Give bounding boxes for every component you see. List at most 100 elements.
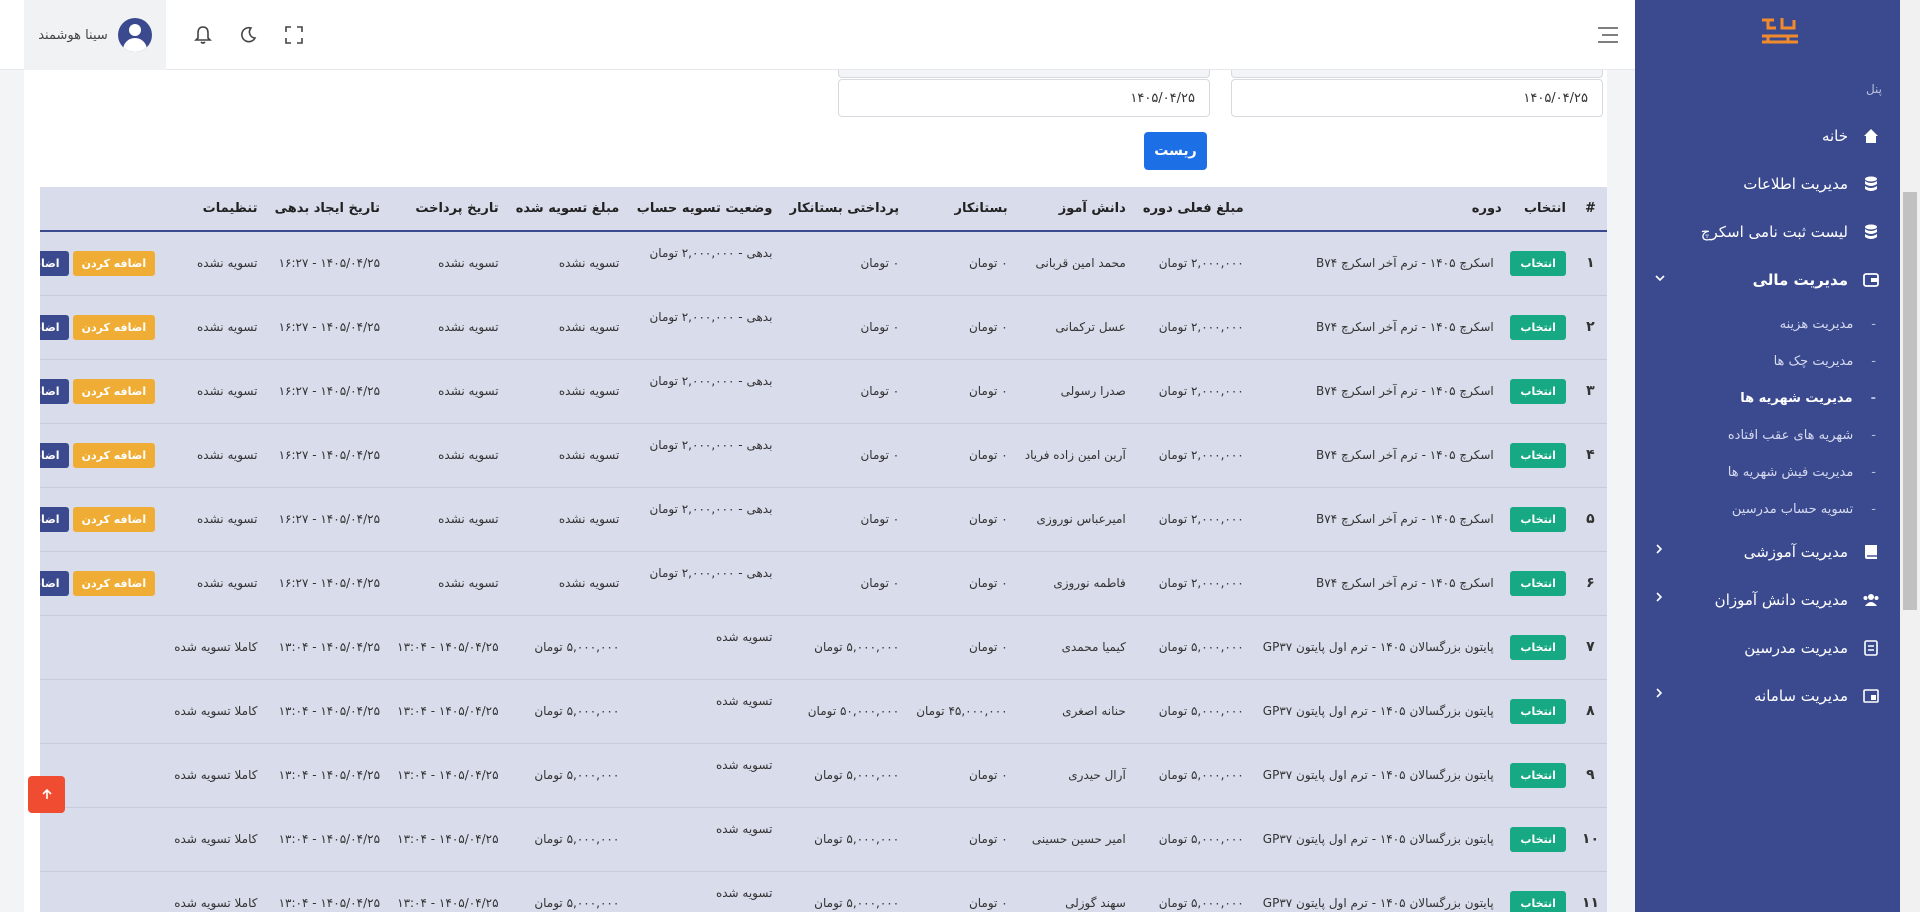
select-button[interactable]: انتخاب [1510, 890, 1566, 912]
settlement-status-text: تسویه شده [715, 694, 773, 708]
settlement-status-text: بدهی - ۲,۰۰۰,۰۰۰ تومان [649, 246, 773, 261]
add-receipt-button[interactable]: اضافه کردن فیش [40, 314, 69, 340]
select-button[interactable]: انتخاب [1510, 314, 1566, 340]
debt-date-cell: ۱۴۰۵/۰۴/۲۵ - ۱۳:۰۴ [278, 704, 381, 718]
sidebar-item-education[interactable]: مدیریت آموزشی [1635, 528, 1900, 576]
submenu-item-overdue-tuitions[interactable]: - شهریه های عقب افتاده [1635, 417, 1900, 454]
add-button[interactable]: اضافه کردن [72, 378, 156, 404]
settlement-status-text: بدهی - ۲,۰۰۰,۰۰۰ تومان [649, 438, 773, 452]
add-button[interactable]: اضافه کردن [72, 314, 156, 340]
col-payment-date: تاریخ پرداخت [388, 187, 507, 232]
users-icon [1862, 591, 1880, 609]
add-button[interactable]: اضافه کردن [72, 506, 156, 532]
sidebar-item-finance[interactable]: مدیریت مالی [1635, 256, 1900, 304]
select-button[interactable]: انتخاب [1510, 250, 1566, 276]
sidebar-item-students[interactable]: مدیریت دانش آموزان [1635, 576, 1900, 624]
add-button[interactable]: اضافه کردن [72, 250, 156, 276]
dash-marker: - [1871, 502, 1876, 517]
select-cell: انتخاب [1502, 359, 1574, 423]
dash-marker: - [1871, 428, 1876, 443]
select-button[interactable]: انتخاب [1510, 826, 1566, 852]
menu-toggle-icon[interactable] [1597, 25, 1619, 45]
add-receipt-button[interactable]: اضافه کردن فیش [40, 506, 69, 532]
student-cell: حنانه اصغری [1062, 704, 1126, 718]
submenu-item-expenses[interactable]: - مدیریت هزینه [1635, 306, 1900, 343]
select-cell: انتخاب [1502, 423, 1574, 487]
select-button[interactable]: انتخاب [1510, 698, 1566, 724]
submenu-item-label: مدیریت هزینه [1779, 317, 1854, 332]
select-button[interactable]: انتخاب [1510, 762, 1566, 788]
course-cell: پایتون بزرگسالان ۱۴۰۵ - ترم اول پایتون G… [1262, 832, 1494, 846]
date-from-input[interactable]: ۱۴۰۵/۰۴/۲۵ [1231, 79, 1603, 117]
settled-amount-cell: تسویه نشده [558, 512, 620, 526]
add-receipt-button[interactable]: اضافه کردن فیش [40, 378, 69, 404]
id-card-icon [1862, 639, 1880, 657]
select-button[interactable]: انتخاب [1510, 442, 1566, 468]
settled-amount-cell: تسویه نشده [558, 384, 620, 398]
add-receipt-button[interactable]: اضافه کردن فیش [40, 442, 69, 468]
settlement-status-text: تسویه شده [715, 822, 773, 836]
col-settled-amount: مبلغ تسویه شده [506, 187, 628, 232]
reset-button[interactable]: ریست [1144, 132, 1207, 170]
actions-cell: حذف بدهی [40, 615, 165, 679]
row-number: ۱ [1586, 255, 1595, 272]
database-icon [1862, 223, 1880, 241]
sidebar-item-scratch-registrations[interactable]: لیست ثبت نامی اسکرچ [1635, 208, 1900, 256]
settled-amount-cell: ۵,۰۰۰,۰۰۰ تومان [534, 832, 620, 846]
select-button[interactable]: انتخاب [1510, 378, 1566, 404]
date-to-input[interactable]: ۱۴۰۵/۰۴/۲۵ [838, 79, 1210, 117]
add-button[interactable]: اضافه کردن [72, 570, 156, 596]
sidebar-item-label: خانه [1821, 127, 1848, 145]
row-actions: اضافه کردن فیشاضافه کردن [40, 314, 157, 340]
select-button[interactable]: انتخاب [1510, 506, 1566, 532]
amount-cell: ۵,۰۰۰,۰۰۰ تومان [1158, 640, 1244, 654]
settlement-status-text: بدهی - ۲,۰۰۰,۰۰۰ تومان [649, 374, 773, 388]
creditor-cell: ۰ تومان [968, 768, 1008, 782]
sidebar-item-data-management[interactable]: مدیریت اطلاعات [1635, 160, 1900, 208]
select-button[interactable]: انتخاب [1510, 634, 1566, 660]
fullscreen-icon[interactable] [282, 23, 306, 47]
submenu-item-label: مدیریت شهریه ها [1740, 391, 1853, 406]
student-cell: عسل ترکمانی [1055, 320, 1126, 334]
student-cell: فاطمه نوروزی [1053, 576, 1126, 590]
page-scrollbar-thumb[interactable] [1903, 192, 1917, 610]
payment-date-cell: ۱۴۰۵/۰۴/۲۵ - ۱۳:۰۴ [397, 832, 499, 846]
user-menu[interactable]: سینا هوشمند [24, 0, 166, 70]
add-receipt-button[interactable]: اضافه کردن فیش [40, 250, 69, 276]
select-button[interactable]: انتخاب [1510, 570, 1566, 596]
student-cell: صدرا رسولی [1060, 384, 1126, 398]
debt-date-cell: ۱۴۰۵/۰۴/۲۵ - ۱۶:۲۷ [278, 256, 381, 271]
amount-cell: ۵,۰۰۰,۰۰۰ تومان [1158, 832, 1244, 846]
tuition-table-wrapper: # انتخاب دوره مبلغ فعلی دوره دانش آموز ب… [40, 187, 1607, 912]
col-course: دوره [1251, 187, 1502, 232]
col-actions [40, 187, 166, 232]
sidebar-item-system[interactable]: مدیریت سامانه [1635, 672, 1900, 720]
sidebar-item-teachers[interactable]: مدیریت مدرسین [1635, 624, 1900, 672]
table-row: ۴ انتخاب اسکرچ ۱۴۰۵ - ترم آخر اسکرچ B۷۴ ۲,۰… [40, 423, 1607, 487]
student-cell: امیر حسین حسینی [1031, 832, 1126, 846]
row-actions: حذف بدهی [40, 891, 157, 912]
add-receipt-button[interactable]: اضافه کردن فیش [40, 570, 69, 596]
table-row: ۷ انتخاب پایتون بزرگسالان ۱۴۰۵ - ترم اول پ… [40, 615, 1607, 679]
sidebar-item-home[interactable]: خانه [1635, 112, 1900, 160]
settled-amount-cell: تسویه نشده [558, 320, 620, 334]
row-actions: اضافه کردن فیشاضافه کردن [40, 378, 157, 404]
submenu-item-teacher-settlement[interactable]: - تسویه حساب مدرسین [1635, 491, 1900, 528]
select-cell: انتخاب [1502, 871, 1574, 912]
scroll-to-top-button[interactable] [28, 776, 65, 813]
actions-cell: اضافه کردن فیشاضافه کردن [40, 359, 165, 423]
submenu-item-checks[interactable]: - مدیریت چک ها [1635, 343, 1900, 380]
submenu-item-tuitions[interactable]: - مدیریت شهریه ها [1635, 380, 1900, 417]
settlement-status-cell: بدهی - ۲,۰۰۰,۰۰۰ تومان [627, 295, 780, 359]
settlement-status-text: بدهی - ۲,۰۰۰,۰۰۰ تومان [649, 566, 773, 580]
submenu-item-tuition-receipts[interactable]: - مدیریت فیش شهریه ها [1635, 454, 1900, 491]
moon-icon[interactable] [236, 23, 260, 47]
col-creditor-payment: پرداختی بستانکار [780, 187, 908, 232]
settlement-status-cell: تسویه شده [627, 615, 780, 679]
course-cell: پایتون بزرگسالان ۱۴۰۵ - ترم اول پایتون G… [1262, 704, 1494, 718]
bell-icon[interactable] [191, 23, 215, 47]
debt-date-cell: ۱۴۰۵/۰۴/۲۵ - ۱۳:۰۴ [278, 896, 381, 910]
add-button[interactable]: اضافه کردن [72, 442, 156, 468]
sidebar-item-label: مدیریت دانش آموزان [1714, 591, 1848, 609]
page-scrollbar[interactable] [1900, 0, 1920, 912]
